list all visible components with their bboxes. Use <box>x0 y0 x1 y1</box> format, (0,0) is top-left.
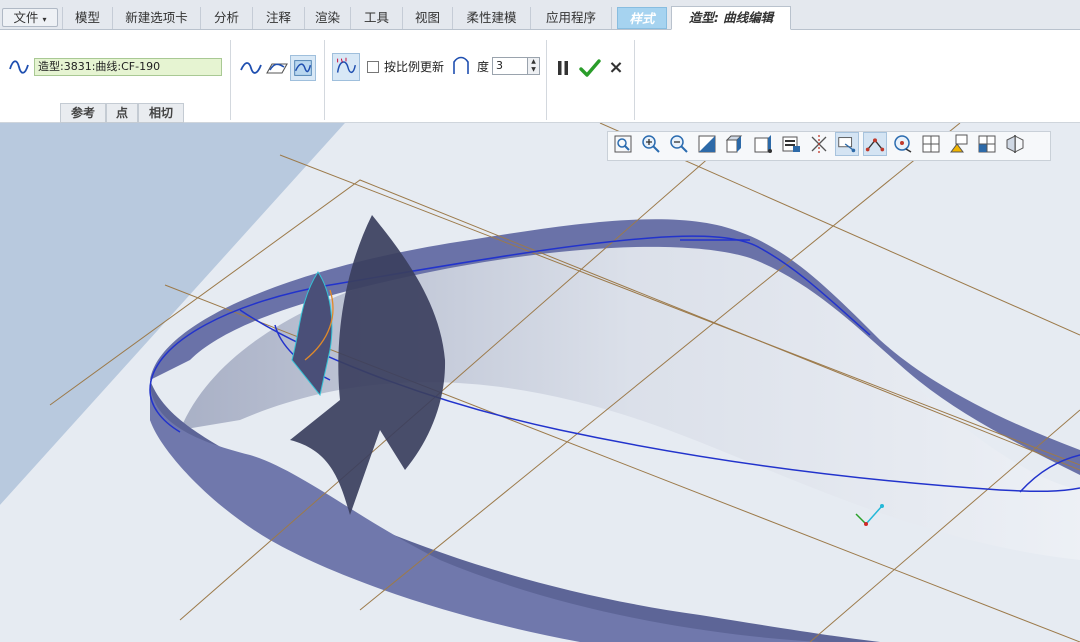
tab-view[interactable]: 视图 <box>402 7 452 29</box>
repaint-icon[interactable] <box>695 132 719 156</box>
tab-style-curve-edit[interactable]: 造型: 曲线编辑 <box>671 6 791 30</box>
tab-tools[interactable]: 工具 <box>350 7 402 29</box>
tab-new-tab[interactable]: 新建选项卡 <box>112 7 200 29</box>
zoom-in-icon[interactable] <box>639 132 663 156</box>
tab-label: 视图 <box>414 10 440 25</box>
view-manager-icon[interactable] <box>779 132 803 156</box>
tab-label: 造型: 曲线编辑 <box>688 10 774 25</box>
subtab-references[interactable]: 参考 <box>60 103 106 123</box>
tab-flexible-modeling[interactable]: 柔性建模 <box>452 7 530 29</box>
curvature-display-icon[interactable] <box>332 53 360 81</box>
saved-views-icon[interactable] <box>751 132 775 156</box>
annotation-display-icon[interactable] <box>919 132 943 156</box>
subtab-points[interactable]: 点 <box>106 103 138 123</box>
tab-style[interactable]: 样式 <box>617 7 667 29</box>
model-view <box>0 123 1080 642</box>
degree-icon <box>453 56 469 74</box>
connection-icon[interactable] <box>863 132 887 156</box>
graphics-toolbar <box>607 131 1051 161</box>
checkmark-icon[interactable] <box>579 57 601 79</box>
degree-value: 3 <box>496 59 503 72</box>
refit-icon[interactable] <box>611 132 635 156</box>
divider <box>546 40 547 120</box>
degree-label: 度 <box>477 60 490 74</box>
tab-applications[interactable]: 应用程序 <box>530 7 612 29</box>
plane-curve-icon[interactable] <box>264 55 290 81</box>
tab-label: 新建选项卡 <box>125 10 188 25</box>
cut-icon[interactable] <box>1003 132 1027 156</box>
cancel-button[interactable]: × <box>607 58 625 78</box>
tab-label: 渲染 <box>314 10 340 25</box>
graphics-window[interactable] <box>0 123 1080 642</box>
tab-label: 样式 <box>629 11 655 26</box>
divider <box>324 40 325 120</box>
tab-render[interactable]: 渲染 <box>304 7 350 29</box>
subtab-tangency[interactable]: 相切 <box>138 103 184 123</box>
curve-name-field[interactable]: 造型:3831:曲线:CF-190 <box>34 58 222 76</box>
tab-analysis[interactable]: 分析 <box>200 7 252 29</box>
file-menu[interactable]: 文件 ▾ <box>2 8 58 27</box>
divider <box>634 40 635 120</box>
display-style-icon[interactable] <box>723 132 747 156</box>
tab-label: 应用程序 <box>545 10 596 25</box>
plane-display-icon[interactable] <box>975 132 999 156</box>
file-menu-label: 文件 <box>13 10 39 25</box>
curvature-icon[interactable] <box>835 132 859 156</box>
stepper-arrows-icon[interactable]: ▲ ▼ <box>527 58 539 74</box>
tab-label: 工具 <box>363 10 389 25</box>
tab-label: 注释 <box>265 10 291 25</box>
curve-icon <box>9 60 29 74</box>
degree-stepper[interactable]: 3 ▲ ▼ <box>492 57 540 75</box>
cos-curve-icon[interactable] <box>290 55 316 81</box>
zoom-out-icon[interactable] <box>667 132 691 156</box>
ribbon-tab-bar: 文件 ▾ 模型 新建选项卡 分析 注释 渲染 工具 视图 柔性建模 应用程序 样… <box>0 0 1080 30</box>
tab-annotate[interactable]: 注释 <box>252 7 304 29</box>
free-curve-icon[interactable] <box>238 55 264 81</box>
datum-display-icon[interactable] <box>807 132 831 156</box>
chevron-down-icon: ▾ <box>42 15 47 24</box>
tab-model[interactable]: 模型 <box>62 7 112 29</box>
spin-center-icon[interactable] <box>891 132 915 156</box>
ribbon-panel: 造型:3831:曲线:CF-190 按比例更新 度 3 ▲ ▼ × 参考 点 相切 <box>0 30 1080 123</box>
section-icon[interactable] <box>947 132 971 156</box>
tab-label: 分析 <box>213 10 239 25</box>
tab-label: 模型 <box>74 10 100 25</box>
tab-label: 柔性建模 <box>466 10 517 25</box>
proportional-update-label: 按比例更新 <box>384 60 445 74</box>
proportional-update-checkbox[interactable] <box>367 61 379 73</box>
divider <box>230 40 231 120</box>
pause-icon[interactable] <box>557 61 569 75</box>
